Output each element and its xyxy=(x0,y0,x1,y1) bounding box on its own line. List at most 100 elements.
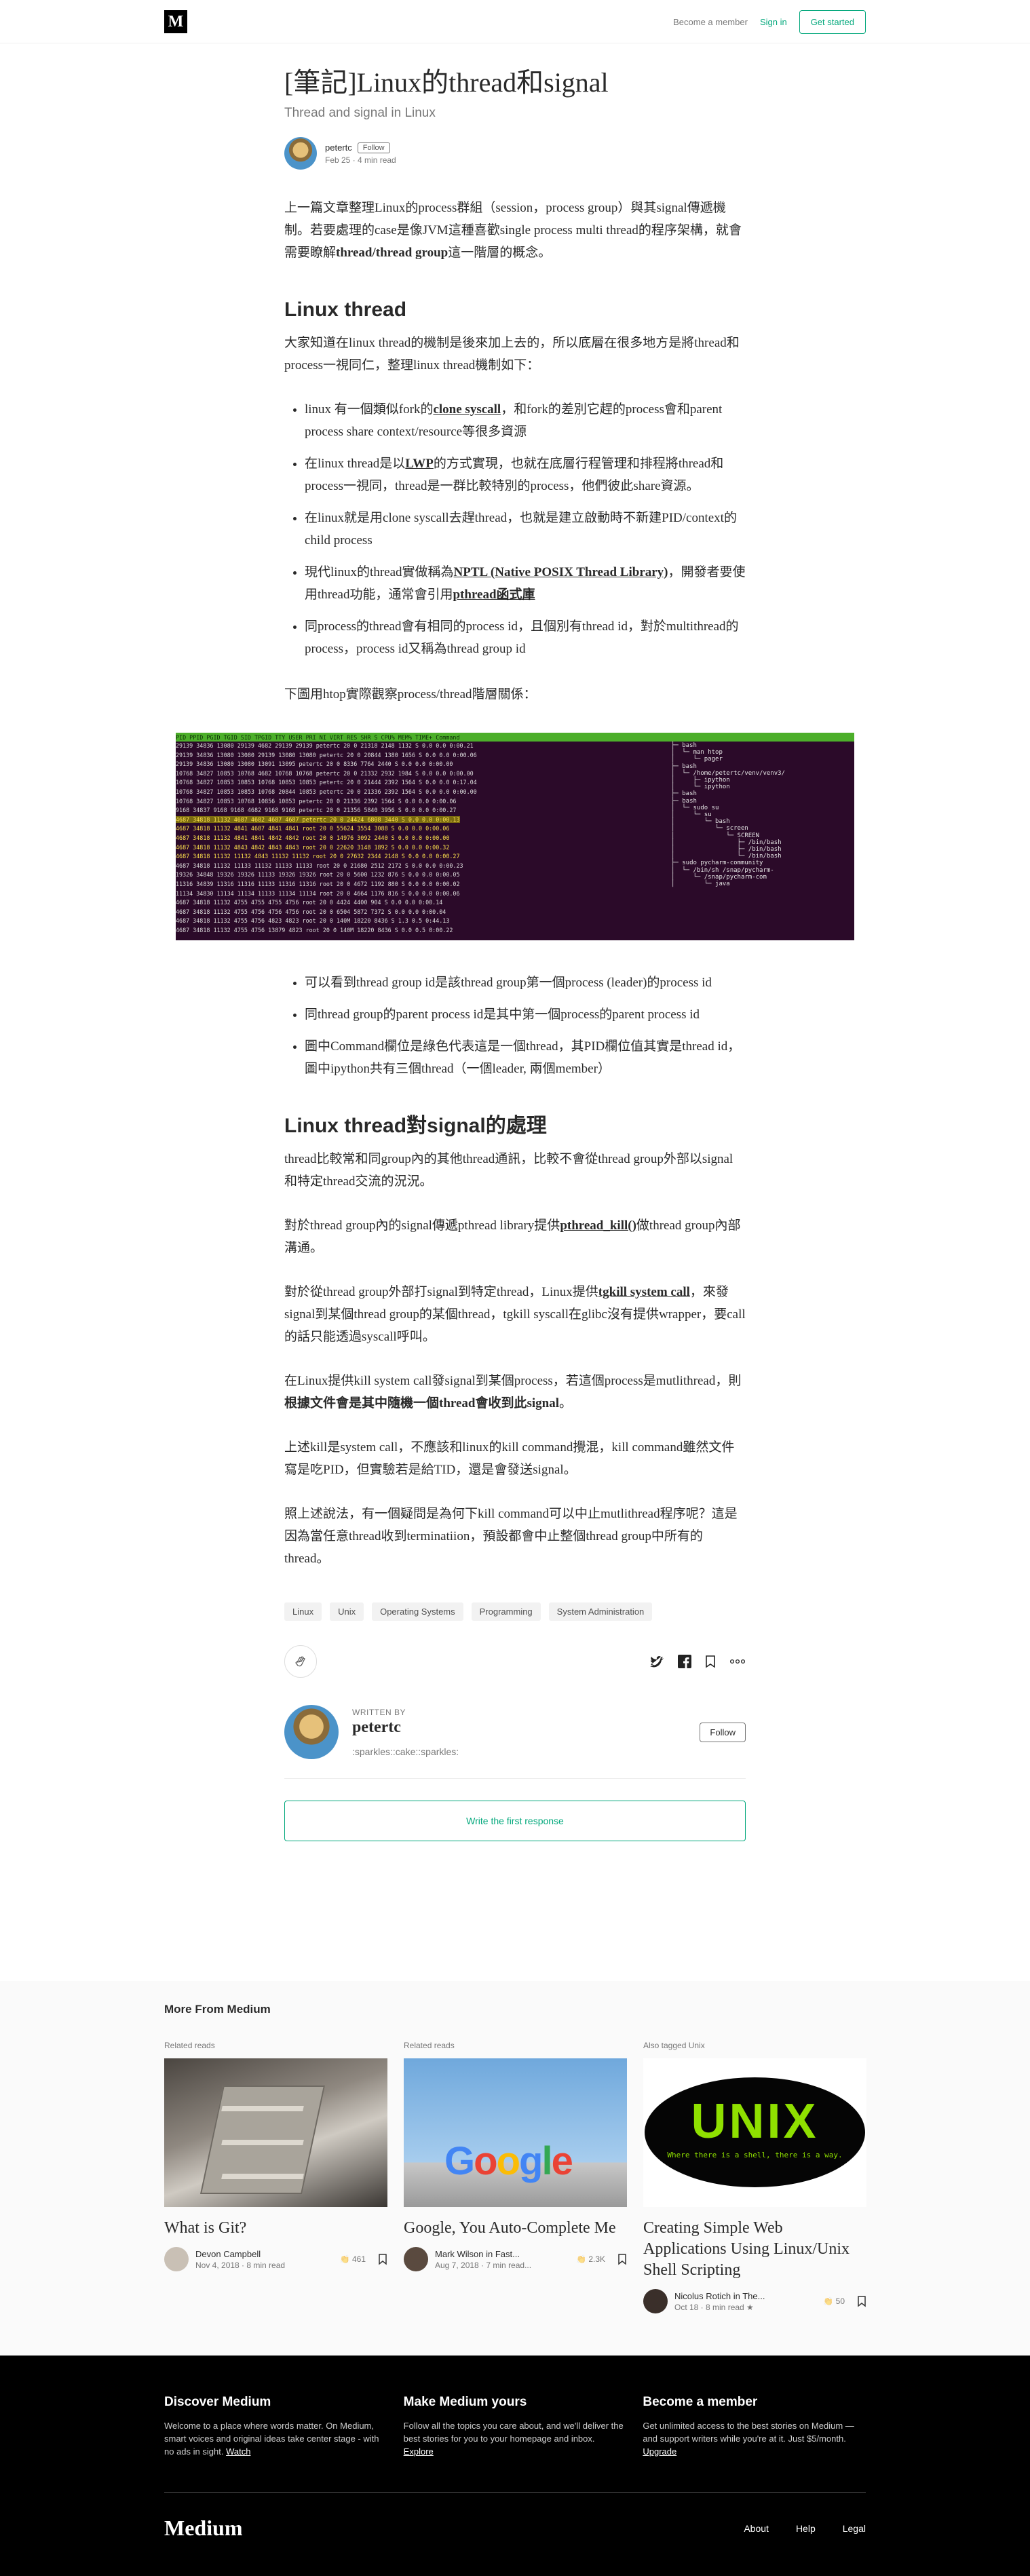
article-title: [筆記]Linux的thread和signal xyxy=(284,67,609,98)
paragraph: 在Linux提供kill system call發signal到某個proces… xyxy=(284,1374,742,1410)
avatar[interactable] xyxy=(643,2289,668,2313)
card-meta: Nov 4, 2018 · 8 min read xyxy=(195,2260,286,2270)
upgrade-link[interactable]: Upgrade xyxy=(643,2446,676,2457)
clap-count: 👏 2.3K xyxy=(576,2254,605,2264)
bullet-list: linux 有一個類似fork的clone syscall，和fork的差別它趕… xyxy=(284,398,746,660)
author-card: WRITTEN BY petertc :sparkles::cake::spar… xyxy=(284,1705,746,1779)
bookmark-icon[interactable] xyxy=(378,2253,387,2265)
site-footer: Discover Medium Welcome to a place where… xyxy=(0,2356,1030,2576)
tag-list: Linux Unix Operating Systems Programming… xyxy=(284,1602,746,1621)
card-image-unix[interactable]: UNIX Where there is a shell, there is a … xyxy=(643,2058,866,2207)
paragraph: 上述kill是system call，不應該和linux的kill comman… xyxy=(284,1440,735,1477)
footer-link-help[interactable]: Help xyxy=(796,2523,816,2534)
tgkill-link[interactable]: tgkill system call xyxy=(598,1285,690,1299)
author-avatar[interactable] xyxy=(284,1705,339,1759)
htop-screenshot[interactable]: PID PPID PGID TGID SID TPGID TTY USER PR… xyxy=(176,733,854,940)
htop-process-row: 11134 34830 11134 11134 11133 11134 1113… xyxy=(176,889,460,897)
htop-process-row: 4687 34818 11132 4841 4841 4842 4842 roo… xyxy=(176,834,450,841)
more-options-icon[interactable] xyxy=(729,1659,746,1664)
write-response-button[interactable]: Write the first response xyxy=(284,1801,746,1841)
htop-process-row: 10768 34827 10853 10768 4682 10768 10768… xyxy=(176,769,474,777)
article-actions xyxy=(284,1645,746,1678)
card-author[interactable]: Nicolus Rotich in The... xyxy=(674,2291,823,2301)
list-item: 圖中Command欄位是綠色代表這是一個thread，其PID欄位值其實是thr… xyxy=(305,1035,746,1080)
footer-column-title: Discover Medium xyxy=(164,2395,271,2409)
article-subtitle: Thread and signal in Linux xyxy=(284,106,436,120)
list-item: 同process的thread會有相同的process id，且個別有threa… xyxy=(305,615,746,660)
card-kicker: Related reads xyxy=(404,2041,455,2050)
twitter-icon[interactable] xyxy=(649,1655,664,1668)
bookmark-icon[interactable] xyxy=(857,2295,866,2307)
footer-column-title: Make Medium yours xyxy=(403,2395,527,2409)
htop-process-row: 29139 34836 13080 13080 13091 13095 pete… xyxy=(176,761,453,768)
footer-column-text: Welcome to a place where words matter. O… xyxy=(164,2421,379,2457)
card-kicker: Related reads xyxy=(164,2041,215,2050)
section-heading-signal: Linux thread對signal的處理 xyxy=(284,1115,547,1137)
author-follow-button[interactable]: Follow xyxy=(700,1722,746,1742)
htop-process-row: 4687 34818 11132 4755 4756 4823 4823 roo… xyxy=(176,917,450,925)
htop-process-row: 4687 34818 11132 11133 11132 11133 11133… xyxy=(176,862,463,869)
become-member-link[interactable]: Become a member xyxy=(673,17,748,27)
pthread-link[interactable]: pthread函式庫 xyxy=(453,588,535,602)
author-card-name[interactable]: petertc xyxy=(352,1718,700,1737)
card-image-drawers[interactable] xyxy=(164,2058,387,2207)
card-author[interactable]: Devon Campbell xyxy=(195,2249,340,2259)
tag-system-administration[interactable]: System Administration xyxy=(548,1602,653,1621)
bullet-list: 可以看到thread group id是該thread group第一個proc… xyxy=(284,972,746,1080)
share-actions xyxy=(649,1655,746,1668)
medium-logo[interactable]: M xyxy=(164,10,187,33)
footer-column-text: Follow all the topics you care about, an… xyxy=(403,2421,624,2457)
list-item: 可以看到thread group id是該thread group第一個proc… xyxy=(305,972,746,994)
follow-button[interactable]: Follow xyxy=(357,142,390,153)
card-author[interactable]: Mark Wilson in Fast... xyxy=(435,2249,576,2259)
list-item: 在linux就是用clone syscall去趕thread，也就是建立啟動時不… xyxy=(305,507,746,552)
htop-process-row: 10768 34827 10853 10853 10768 10853 1085… xyxy=(176,779,477,786)
nptl-link[interactable]: NPTL (Native POSIX Thread Library) xyxy=(454,565,668,579)
author-name[interactable]: petertc xyxy=(325,142,352,153)
card-meta: Oct 18 · 8 min read ★ xyxy=(674,2302,754,2312)
card-title[interactable]: What is Git? xyxy=(164,2218,387,2239)
explore-link[interactable]: Explore xyxy=(404,2446,434,2457)
htop-process-row: 11316 34839 11316 11316 11133 11316 1131… xyxy=(176,881,460,887)
htop-process-row: 4687 34818 11132 4843 4842 4843 4843 roo… xyxy=(176,843,450,851)
watch-link[interactable]: Watch xyxy=(226,2446,250,2457)
clap-button[interactable] xyxy=(284,1645,317,1678)
more-from-medium: More From Medium Related reads What is G… xyxy=(0,1981,1030,2356)
card-image-google[interactable]: Google xyxy=(404,2058,627,2207)
list-item: 現代linux的thread實做稱為NPTL (Native POSIX Thr… xyxy=(305,561,746,606)
google-sign: Google xyxy=(444,2139,573,2183)
unix-logo-text: UNIX xyxy=(691,2094,819,2149)
avatar[interactable] xyxy=(164,2247,189,2271)
story-card[interactable]: Related reads Google Google, You Auto-Co… xyxy=(404,2041,627,2313)
htop-column-header: PID PPID PGID TGID SID TPGID TTY USER PR… xyxy=(176,734,460,741)
facebook-icon[interactable] xyxy=(678,1655,691,1668)
avatar[interactable] xyxy=(404,2247,428,2271)
bookmark-icon[interactable] xyxy=(705,1655,716,1668)
story-card[interactable]: Also tagged Unix UNIX Where there is a s… xyxy=(643,2041,866,2313)
paragraph: 對於thread group內的signal傳遞pthread library提… xyxy=(284,1218,741,1255)
clone-syscall-link[interactable]: clone syscall xyxy=(433,402,501,417)
clap-count: 👏 50 xyxy=(823,2296,845,2306)
sign-in-link[interactable]: Sign in xyxy=(760,17,787,27)
tag-programming[interactable]: Programming xyxy=(471,1602,541,1621)
intro-paragraph: 上一篇文章整理Linux的process群組（session，process g… xyxy=(284,201,742,260)
get-started-button[interactable]: Get started xyxy=(799,9,866,34)
card-title[interactable]: Google, You Auto-Complete Me xyxy=(404,2218,627,2239)
tag-unix[interactable]: Unix xyxy=(330,1602,364,1621)
avatar[interactable] xyxy=(284,137,317,170)
paragraph: 大家知道在linux thread的機制是後來加上去的，所以底層在很多地方是將t… xyxy=(284,336,740,372)
paragraph: 下圖用htop實際觀察process/thread階層關係： xyxy=(284,687,537,701)
lwp-link[interactable]: LWP xyxy=(405,457,434,471)
pthread-kill-link[interactable]: pthread_kill() xyxy=(560,1218,636,1233)
tag-linux[interactable]: Linux xyxy=(284,1602,322,1621)
card-title[interactable]: Creating Simple Web Applications Using L… xyxy=(643,2218,866,2281)
footer-brand[interactable]: Medium xyxy=(164,2516,243,2541)
tag-operating-systems[interactable]: Operating Systems xyxy=(372,1602,463,1621)
htop-process-row: 4687 34818 11132 11132 4843 11132 11132 … xyxy=(176,853,460,860)
footer-link-about[interactable]: About xyxy=(744,2523,769,2534)
card-kicker: Also tagged Unix xyxy=(643,2041,705,2050)
bookmark-icon[interactable] xyxy=(617,2253,627,2265)
footer-link-legal[interactable]: Legal xyxy=(843,2523,866,2534)
story-card[interactable]: Related reads What is Git? Devon Campbel… xyxy=(164,2041,387,2313)
list-item: linux 有一個類似fork的clone syscall，和fork的差別它趕… xyxy=(305,398,746,443)
